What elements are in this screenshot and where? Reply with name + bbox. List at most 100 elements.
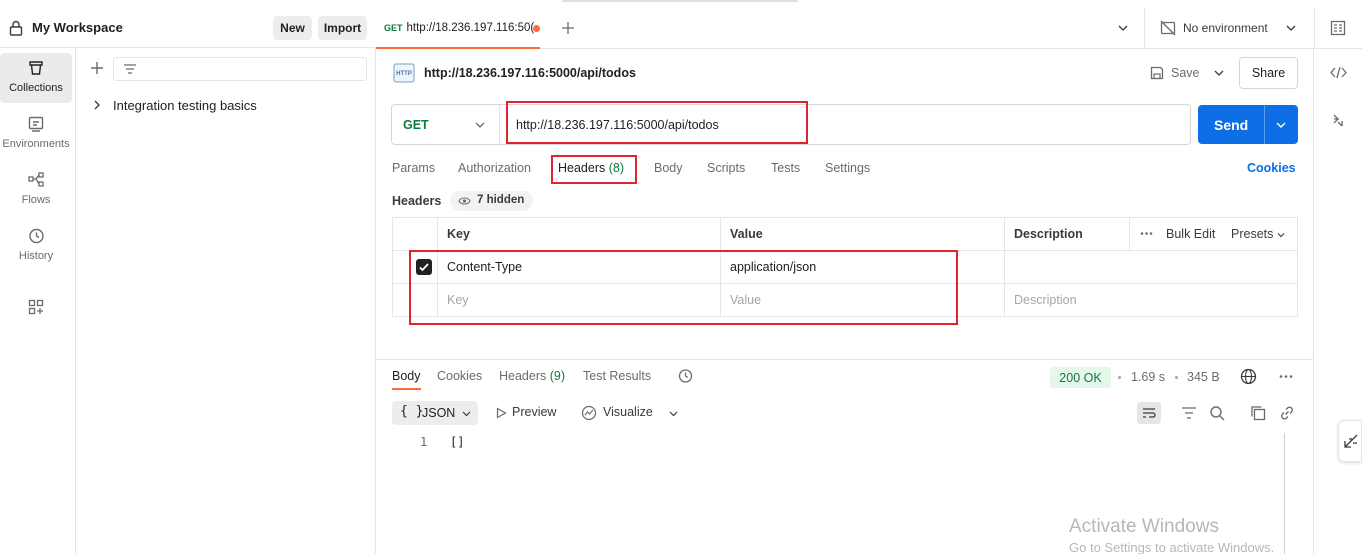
response-divider bbox=[376, 359, 1313, 360]
new-value-input[interactable]: Value bbox=[720, 284, 1005, 316]
headers-table: Key Value Description Bulk Edit Presets … bbox=[392, 217, 1298, 317]
tab-authorization[interactable]: Authorization bbox=[458, 161, 531, 175]
workspace-title[interactable]: My Workspace bbox=[32, 20, 123, 35]
response-tab-test-results[interactable]: Test Results bbox=[583, 369, 651, 383]
response-body[interactable]: [] bbox=[450, 435, 464, 449]
tab-params[interactable]: Params bbox=[392, 161, 435, 175]
add-collection-icon[interactable] bbox=[89, 60, 105, 76]
tab-headers[interactable]: Headers (8) bbox=[558, 161, 624, 175]
environment-quick-look-icon[interactable] bbox=[1330, 20, 1346, 36]
import-button[interactable]: Import bbox=[318, 16, 367, 40]
filter-input[interactable] bbox=[113, 57, 367, 81]
format-select[interactable]: { } JSON bbox=[392, 401, 478, 425]
response-time[interactable]: 1.69 s bbox=[1131, 370, 1165, 384]
tab-scripts[interactable]: Scripts bbox=[707, 161, 745, 175]
http-icon: HTTP bbox=[393, 63, 415, 83]
response-tab-body[interactable]: Body bbox=[392, 369, 421, 390]
send-button[interactable]: Send bbox=[1198, 105, 1298, 144]
nav-label-environments: Environments bbox=[2, 138, 70, 150]
search-icon[interactable] bbox=[1209, 405, 1225, 421]
new-button[interactable]: New bbox=[273, 16, 312, 40]
chevron-down-icon[interactable] bbox=[1286, 23, 1296, 33]
check-icon bbox=[419, 263, 429, 272]
dot-separator bbox=[1118, 376, 1121, 379]
code-icon[interactable] bbox=[1330, 64, 1347, 81]
new-description-input[interactable]: Description bbox=[1004, 284, 1297, 316]
lock-icon bbox=[9, 20, 23, 36]
header-key-cell[interactable]: Content-Type bbox=[437, 251, 721, 283]
wrap-lines-button[interactable] bbox=[1137, 402, 1161, 424]
preview-label: Preview bbox=[512, 405, 557, 419]
response-tab-cookies[interactable]: Cookies bbox=[437, 369, 482, 383]
cookies-link[interactable]: Cookies bbox=[1247, 161, 1296, 175]
no-environment-icon bbox=[1160, 20, 1176, 36]
response-tab-headers[interactable]: Headers (9) bbox=[499, 369, 565, 383]
column-value: Value bbox=[720, 218, 1005, 250]
save-button[interactable]: Save bbox=[1141, 57, 1233, 89]
tab-headers-label: Headers bbox=[558, 161, 606, 175]
new-tab-icon[interactable] bbox=[561, 21, 575, 35]
globe-icon[interactable] bbox=[1240, 368, 1257, 385]
nav-item-flows[interactable]: Flows bbox=[0, 165, 72, 215]
side-widget[interactable] bbox=[1338, 420, 1362, 462]
presets-button[interactable]: Presets bbox=[1231, 227, 1273, 241]
table-row: Key Value Description bbox=[393, 284, 1297, 317]
environment-selector[interactable]: No environment bbox=[1183, 21, 1268, 35]
workspace-header: My Workspace New Import bbox=[0, 8, 375, 48]
chevron-down-icon[interactable] bbox=[1277, 231, 1285, 239]
column-description: Description bbox=[1004, 218, 1130, 250]
more-icon[interactable] bbox=[1279, 374, 1293, 379]
nav-item-collections[interactable]: Collections bbox=[0, 53, 72, 103]
visualize-button[interactable]: Visualize bbox=[581, 405, 653, 421]
chevron-right-icon[interactable] bbox=[92, 100, 102, 110]
format-value: JSON bbox=[422, 406, 456, 420]
play-icon bbox=[496, 407, 507, 419]
header-enabled-checkbox[interactable] bbox=[416, 259, 432, 275]
svg-text:HTTP: HTTP bbox=[396, 71, 412, 77]
chevron-down-icon[interactable] bbox=[1276, 120, 1286, 130]
new-key-input[interactable]: Key bbox=[437, 284, 721, 316]
tab-tests[interactable]: Tests bbox=[771, 161, 800, 175]
nav-label-flows: Flows bbox=[21, 194, 51, 206]
response-headers-count: (9) bbox=[549, 369, 566, 383]
headers-section-label: Headers bbox=[392, 194, 442, 208]
request-title[interactable]: http://18.236.197.116:5000/api/todos bbox=[424, 66, 636, 80]
response-size[interactable]: 345 B bbox=[1187, 370, 1220, 384]
tab-body[interactable]: Body bbox=[654, 161, 683, 175]
copy-icon[interactable] bbox=[1250, 405, 1266, 421]
editor-scrollbar[interactable] bbox=[1284, 433, 1285, 554]
preview-button[interactable]: Preview bbox=[496, 405, 556, 419]
filter-icon[interactable] bbox=[1181, 405, 1197, 421]
nav-item-history[interactable]: History bbox=[0, 221, 72, 271]
url-bar: GET http://18.236.197.116:5000/api/todos bbox=[391, 104, 1191, 145]
header-description-cell[interactable] bbox=[1004, 251, 1297, 283]
hidden-headers-toggle[interactable]: 7 hidden bbox=[450, 191, 533, 211]
bulk-edit-button[interactable]: Bulk Edit bbox=[1166, 227, 1215, 241]
table-header-row: Key Value Description Bulk Edit Presets bbox=[393, 218, 1297, 251]
column-key: Key bbox=[437, 218, 721, 250]
history-icon[interactable] bbox=[677, 368, 693, 384]
header-value-cell[interactable]: application/json bbox=[720, 251, 1005, 283]
share-button[interactable]: Share bbox=[1239, 57, 1298, 89]
add-apps-icon[interactable] bbox=[28, 299, 44, 315]
chevron-down-icon[interactable] bbox=[1118, 23, 1128, 33]
related-icon[interactable] bbox=[1330, 112, 1347, 129]
line-number: 1 bbox=[420, 435, 428, 449]
nav-item-environments[interactable]: Environments bbox=[0, 109, 72, 159]
table-row: Content-Type application/json bbox=[393, 251, 1297, 284]
status-badge[interactable]: 200 OK bbox=[1050, 367, 1111, 388]
chevron-down-icon[interactable] bbox=[669, 409, 678, 418]
windows-watermark-title: Activate Windows bbox=[1069, 516, 1219, 537]
url-input[interactable]: http://18.236.197.116:5000/api/todos bbox=[516, 118, 719, 132]
more-icon[interactable] bbox=[1140, 231, 1153, 236]
top-strip bbox=[0, 0, 1362, 8]
request-tab[interactable]: GET http://18.236.197.116:50( bbox=[376, 8, 540, 49]
divider bbox=[1144, 8, 1145, 49]
tab-settings[interactable]: Settings bbox=[825, 161, 870, 175]
tab-bar: GET http://18.236.197.116:50( No environ… bbox=[376, 8, 1362, 49]
right-rail bbox=[1313, 49, 1362, 554]
method-select[interactable]: GET bbox=[392, 105, 500, 144]
chevron-down-icon[interactable] bbox=[1214, 68, 1224, 78]
collection-item[interactable]: Integration testing basics bbox=[92, 95, 257, 115]
link-icon[interactable] bbox=[1279, 405, 1295, 421]
